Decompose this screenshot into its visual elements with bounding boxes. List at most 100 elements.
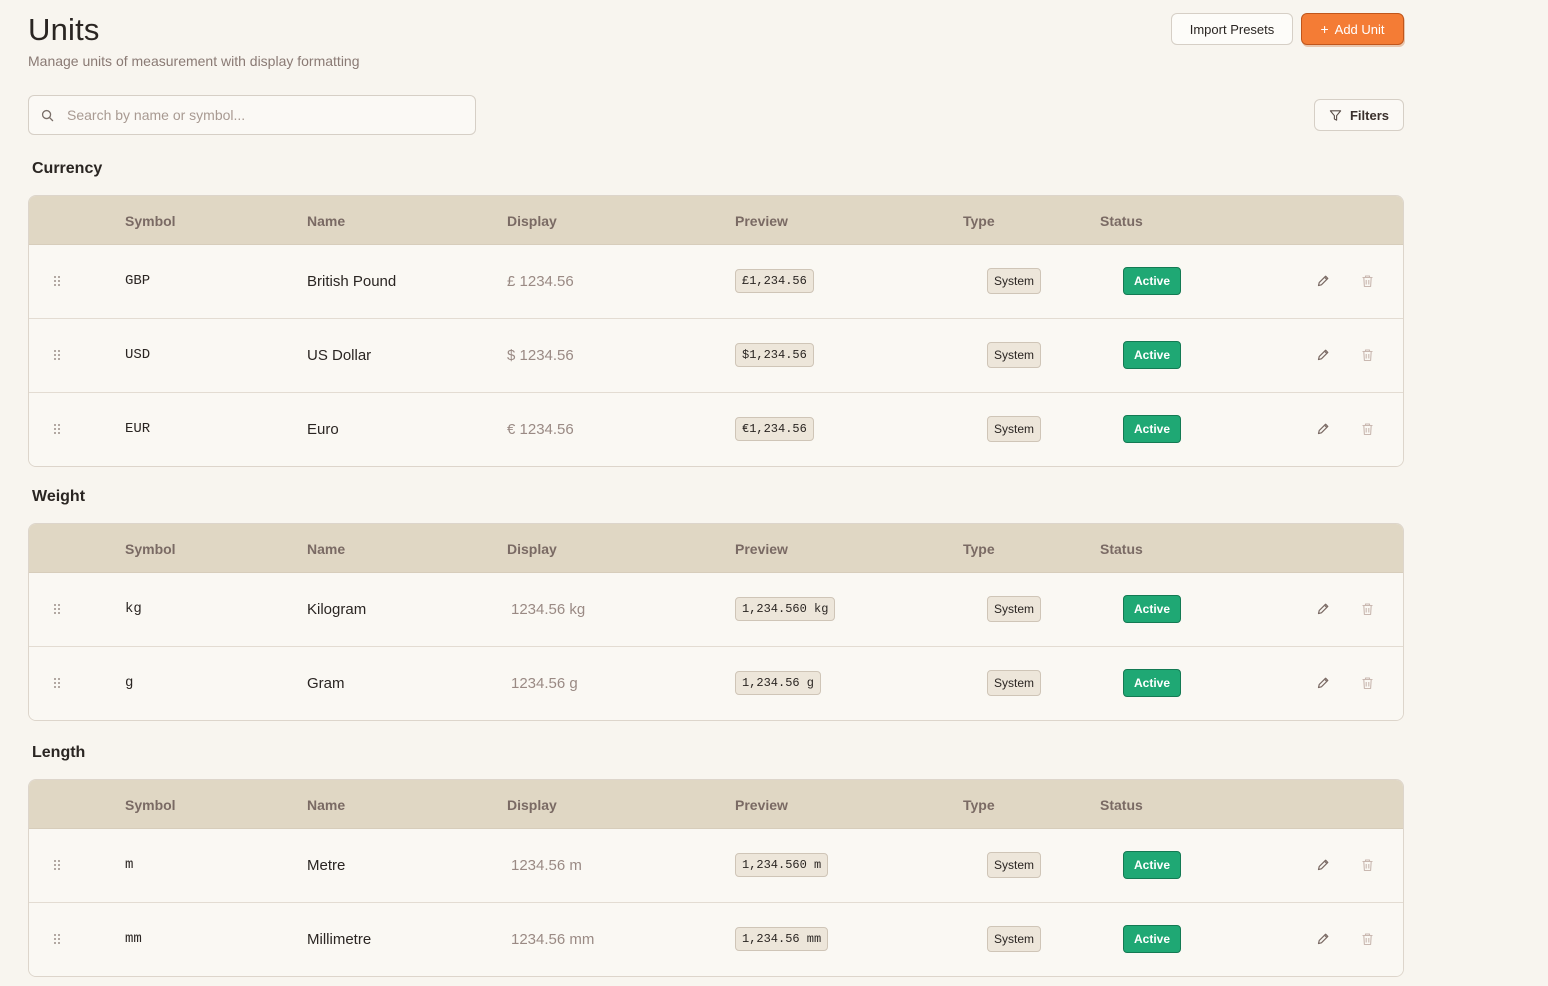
import-presets-button[interactable]: Import Presets [1171, 13, 1293, 45]
column-header-preview: Preview [735, 213, 788, 229]
unit-display: 1234.56 g [511, 674, 578, 692]
column-header-display: Display [507, 797, 557, 813]
unit-type: System [987, 829, 1042, 901]
drag-handle-icon[interactable] [51, 647, 63, 719]
unit-symbol: mm [125, 931, 142, 947]
trash-icon[interactable] [1359, 829, 1375, 901]
drag-handle-icon[interactable] [51, 903, 63, 975]
unit-name: US Dollar [307, 346, 372, 364]
trash-icon[interactable] [1359, 573, 1375, 645]
pencil-icon[interactable] [1315, 903, 1331, 975]
preview-code: 1,234.560 kg [735, 597, 836, 621]
drag-handle-icon[interactable] [51, 245, 63, 317]
pencil-icon[interactable] [1315, 829, 1331, 901]
add-unit-button[interactable]: + Add Unit [1301, 13, 1404, 45]
units-table-weight: Symbol Name Display Preview Type Status kg Kilo… [28, 523, 1404, 721]
pencil-icon[interactable] [1315, 245, 1331, 317]
unit-preview: £1,234.56 [735, 245, 814, 317]
column-header-preview: Preview [735, 541, 788, 557]
column-header-name: Name [307, 541, 346, 557]
column-header-display: Display [507, 541, 557, 557]
pencil-icon[interactable] [1315, 647, 1331, 719]
type-badge: System [987, 342, 1042, 368]
type-badge: System [987, 268, 1042, 294]
unit-type: System [987, 393, 1042, 465]
status-badge: Active [1123, 415, 1182, 443]
column-header-status: Status [1100, 797, 1143, 813]
column-header-status: Status [1100, 541, 1143, 557]
pencil-icon[interactable] [1315, 319, 1331, 391]
table-row[interactable]: g Gram 1234.56 g 1,234.56 g System Active [29, 647, 1403, 720]
section-title-currency: Currency [32, 160, 103, 177]
drag-handle-icon[interactable] [51, 393, 63, 465]
pencil-icon[interactable] [1315, 393, 1331, 465]
trash-icon[interactable] [1359, 319, 1375, 391]
section-title-weight: Weight [32, 488, 86, 505]
unit-symbol: EUR [125, 421, 151, 437]
column-header-display: Display [507, 213, 557, 229]
unit-display: 1234.56 kg [511, 600, 586, 618]
status-badge: Active [1123, 851, 1182, 879]
search-input[interactable] [65, 106, 475, 124]
filters-button[interactable]: Filters [1314, 99, 1404, 131]
search-icon [41, 108, 55, 122]
unit-type: System [987, 903, 1042, 975]
status-badge: Active [1123, 341, 1182, 369]
unit-display: $ 1234.56 [507, 346, 574, 364]
unit-preview: 1,234.560 m [735, 829, 829, 901]
column-header-symbol: Symbol [125, 213, 176, 229]
type-badge: System [987, 926, 1042, 952]
table-row[interactable]: USD US Dollar $ 1234.56 $1,234.56 System Acti… [29, 319, 1403, 393]
trash-icon[interactable] [1359, 393, 1375, 465]
unit-symbol: kg [125, 601, 142, 617]
unit-name: British Pound [307, 272, 397, 290]
type-badge: System [987, 416, 1042, 442]
type-badge: System [987, 670, 1042, 696]
drag-handle-icon[interactable] [51, 319, 63, 391]
trash-icon[interactable] [1359, 903, 1375, 975]
unit-preview: 1,234.56 mm [735, 903, 829, 975]
table-header: Symbol Name Display Preview Type Status [29, 780, 1403, 829]
unit-status: Active [1123, 393, 1182, 465]
unit-preview: $1,234.56 [735, 319, 814, 391]
table-row[interactable]: GBP British Pound £ 1234.56 £1,234.56 System… [29, 245, 1403, 319]
table-row[interactable]: EUR Euro € 1234.56 €1,234.56 System Active [29, 393, 1403, 466]
unit-preview: €1,234.56 [735, 393, 814, 465]
page-title: Units [28, 12, 100, 47]
column-header-name: Name [307, 213, 346, 229]
trash-icon[interactable] [1359, 647, 1375, 719]
column-header-type: Type [963, 541, 995, 557]
drag-handle-icon[interactable] [51, 573, 63, 645]
pencil-icon[interactable] [1315, 573, 1331, 645]
search-box [28, 95, 476, 135]
trash-icon[interactable] [1359, 245, 1375, 317]
unit-symbol: USD [125, 347, 151, 363]
unit-name: Euro [307, 420, 339, 438]
unit-status: Active [1123, 647, 1182, 719]
unit-display: € 1234.56 [507, 420, 574, 438]
unit-symbol: GBP [125, 273, 151, 289]
preview-code: $1,234.56 [735, 343, 814, 367]
table-header: Symbol Name Display Preview Type Status [29, 196, 1403, 245]
section-title-length: Length [32, 744, 86, 761]
table-row[interactable]: m Metre 1234.56 m 1,234.560 m System Active [29, 829, 1403, 903]
unit-preview: 1,234.560 kg [735, 573, 836, 645]
status-badge: Active [1123, 267, 1182, 295]
unit-symbol: g [125, 675, 134, 691]
unit-type: System [987, 319, 1042, 391]
unit-type: System [987, 647, 1042, 719]
unit-preview: 1,234.56 g [735, 647, 822, 719]
plus-icon: + [1320, 21, 1329, 37]
column-header-status: Status [1100, 213, 1143, 229]
unit-status: Active [1123, 829, 1182, 901]
drag-handle-icon[interactable] [51, 829, 63, 901]
table-row[interactable]: kg Kilogram 1234.56 kg 1,234.560 kg System Ac… [29, 573, 1403, 647]
preview-code: £1,234.56 [735, 269, 814, 293]
units-table-currency: Symbol Name Display Preview Type Status GBP Bri… [28, 195, 1404, 467]
column-header-preview: Preview [735, 797, 788, 813]
table-row[interactable]: mm Millimetre 1234.56 mm 1,234.56 mm System A… [29, 903, 1403, 976]
units-table-length: Symbol Name Display Preview Type Status m Metre… [28, 779, 1404, 977]
unit-type: System [987, 245, 1042, 317]
unit-name: Gram [307, 674, 345, 692]
unit-name: Kilogram [307, 600, 367, 618]
